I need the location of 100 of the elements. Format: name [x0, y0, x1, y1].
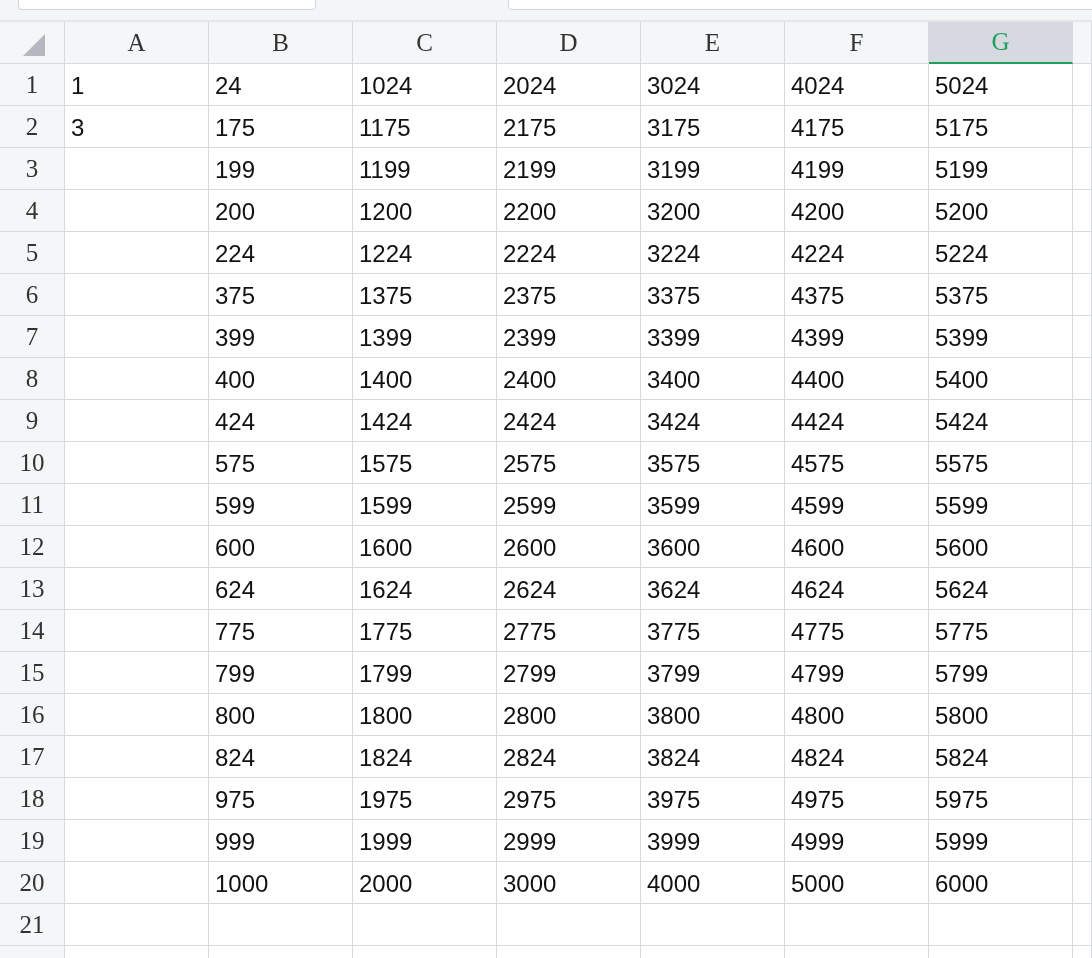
table-cell: 5199 [929, 148, 1073, 190]
row-header[interactable]: 7 [0, 316, 65, 358]
table-cell: 2824 [497, 736, 641, 778]
row-header[interactable]: 5 [0, 232, 65, 274]
empty-cell [1073, 568, 1092, 610]
table-cell: 1375 [353, 274, 497, 316]
table-cell: 1175 [353, 106, 497, 148]
row-header[interactable]: 11 [0, 484, 65, 526]
table-cell: 2400 [497, 358, 641, 400]
table-cell: 1 [65, 64, 209, 106]
table-cell: 575 [209, 442, 353, 484]
table-cell: 4575 [785, 442, 929, 484]
empty-cell [1073, 358, 1092, 400]
table-cell: 2200 [497, 190, 641, 232]
table-cell: 1224 [353, 232, 497, 274]
table-cell: 3975 [641, 778, 785, 820]
table-cell: 2199 [497, 148, 641, 190]
row-header[interactable]: 2 [0, 106, 65, 148]
table-cell: 624 [209, 568, 353, 610]
table-cell: 1424 [353, 400, 497, 442]
table-cell: 2375 [497, 274, 641, 316]
select-all-icon[interactable] [23, 33, 45, 56]
empty-cell [1073, 190, 1092, 232]
row-header[interactable]: 10 [0, 442, 65, 484]
table-cell: 799 [209, 652, 353, 694]
table-cell: 2999 [497, 820, 641, 862]
row-header[interactable]: 21 [0, 904, 65, 946]
column-header[interactable]: C [353, 22, 497, 64]
column-header[interactable]: B [209, 22, 353, 64]
table-cell: 3 [65, 106, 209, 148]
column-header[interactable]: A [65, 22, 209, 64]
table-cell: 599 [209, 484, 353, 526]
table-cell: 1800 [353, 694, 497, 736]
empty-cell [1073, 442, 1092, 484]
table-cell: 4800 [785, 694, 929, 736]
table-cell: 4999 [785, 820, 929, 862]
table-cell: 2424 [497, 400, 641, 442]
table-cell: 1624 [353, 568, 497, 610]
table-cell: 3575 [641, 442, 785, 484]
table-cell: 1799 [353, 652, 497, 694]
empty-cell [1073, 232, 1092, 274]
table-cell: 3600 [641, 526, 785, 568]
table-cell: 1599 [353, 484, 497, 526]
table-cell: 4175 [785, 106, 929, 148]
table-cell: 4199 [785, 148, 929, 190]
table-cell: 2624 [497, 568, 641, 610]
table-cell: 399 [209, 316, 353, 358]
table-cell: 3800 [641, 694, 785, 736]
column-header[interactable]: D [497, 22, 641, 64]
table-cell: 4775 [785, 610, 929, 652]
table-cell: 5800 [929, 694, 1073, 736]
row-header[interactable]: 17 [0, 736, 65, 778]
empty-cell [1073, 106, 1092, 148]
row-header[interactable]: 6 [0, 274, 65, 316]
table-cell: 1575 [353, 442, 497, 484]
table-cell: 1999 [353, 820, 497, 862]
table-cell: 6000 [929, 862, 1073, 904]
row-header[interactable]: 9 [0, 400, 65, 442]
row-header[interactable]: 19 [0, 820, 65, 862]
empty-cell [1073, 610, 1092, 652]
row-header[interactable]: 4 [0, 190, 65, 232]
table-cell: 800 [209, 694, 353, 736]
table-cell: 975 [209, 778, 353, 820]
table-cell: 3175 [641, 106, 785, 148]
table-cell: 199 [209, 148, 353, 190]
row-header[interactable]: 8 [0, 358, 65, 400]
column-header[interactable]: E [641, 22, 785, 64]
row-header[interactable]: 18 [0, 778, 65, 820]
empty-cell [1073, 484, 1092, 526]
row-header[interactable]: 3 [0, 148, 65, 190]
table-cell: 1824 [353, 736, 497, 778]
row-header[interactable]: 16 [0, 694, 65, 736]
row-header[interactable]: 12 [0, 526, 65, 568]
empty-cell [1073, 274, 1092, 316]
table-cell: 175 [209, 106, 353, 148]
table-cell: 3400 [641, 358, 785, 400]
table-cell: 3599 [641, 484, 785, 526]
empty-cell [1073, 694, 1092, 736]
table-cell: 5000 [785, 862, 929, 904]
column-header[interactable] [1073, 22, 1092, 64]
table-cell: 24 [209, 64, 353, 106]
table-cell: 5975 [929, 778, 1073, 820]
table-cell: 3624 [641, 568, 785, 610]
empty-cell [1073, 652, 1092, 694]
table-cell: 4200 [785, 190, 929, 232]
table-cell: 2775 [497, 610, 641, 652]
table-cell: 1399 [353, 316, 497, 358]
table-cell: 3199 [641, 148, 785, 190]
row-header[interactable]: 14 [0, 610, 65, 652]
row-header[interactable]: 13 [0, 568, 65, 610]
row-header[interactable]: 20 [0, 862, 65, 904]
row-header[interactable]: 1 [0, 64, 65, 106]
table-cell: 824 [209, 736, 353, 778]
row-header[interactable]: 15 [0, 652, 65, 694]
table-cell: 2600 [497, 526, 641, 568]
table-cell: 2175 [497, 106, 641, 148]
column-header[interactable]: F [785, 22, 929, 64]
empty-cell [1073, 904, 1092, 946]
table-cell: 3000 [497, 862, 641, 904]
table-cell: 4824 [785, 736, 929, 778]
